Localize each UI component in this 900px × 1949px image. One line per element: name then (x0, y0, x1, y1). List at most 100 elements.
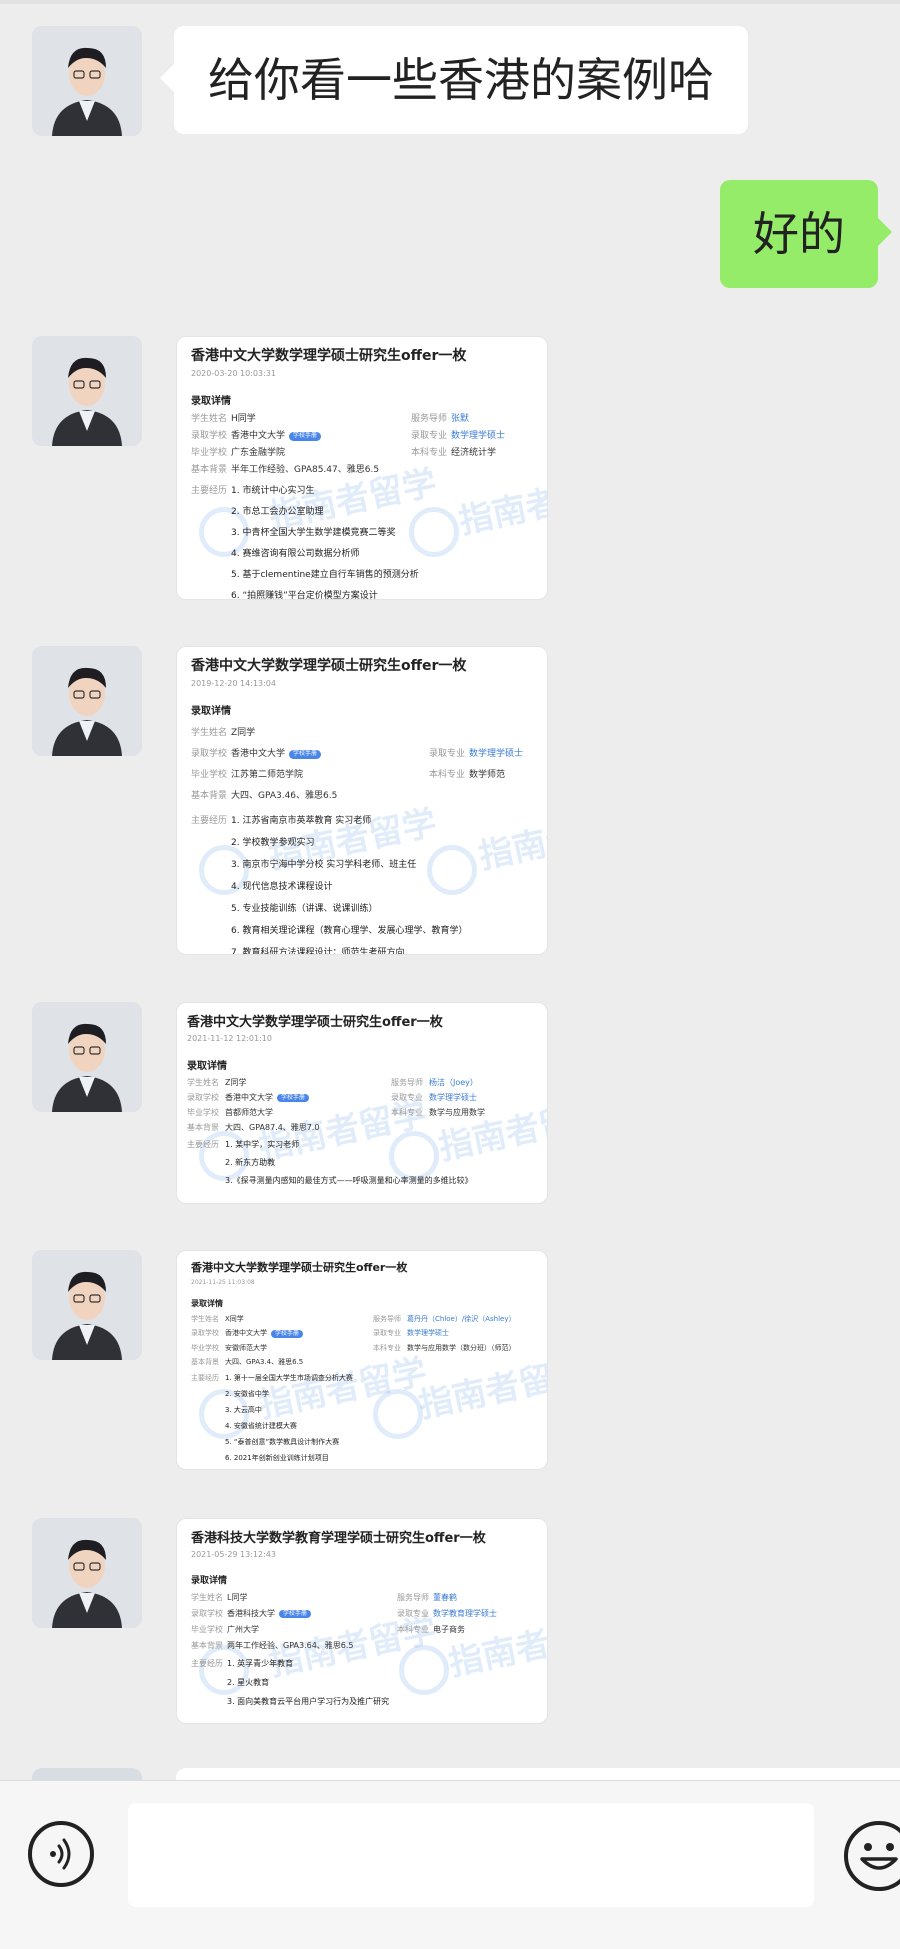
experience-item: 2. 星火教育 (227, 1678, 270, 1687)
avatar-portrait-icon (32, 336, 142, 446)
major-name: 数学理学硕士 (451, 431, 506, 441)
label-grad-school: 毕业学校 (191, 1625, 223, 1634)
card-title: 香港中文大学数学理学硕士研究生offer一枚 (191, 1261, 408, 1274)
label-background: 基本背景 (191, 791, 228, 801)
background: 半年工作经验、GPA85.47、雅思6.5 (231, 465, 380, 475)
label-experience: 主要经历 (191, 486, 228, 496)
grad-school: 首都师范大学 (225, 1108, 273, 1117)
major-name: 数学教育理学硕士 (433, 1609, 497, 1618)
label-major: 录取专业 (397, 1609, 429, 1618)
label-major: 录取专业 (373, 1329, 401, 1337)
avatar[interactable] (32, 26, 142, 136)
label-major: 录取专业 (411, 431, 448, 441)
avatar[interactable] (32, 1518, 142, 1628)
experience-item: 6. 教育相关理论课程（教育心理学、发展心理学、教育学） (231, 926, 468, 936)
school-name: 香港科技大学 (227, 1609, 275, 1618)
label-school: 录取学校 (187, 1093, 219, 1102)
advisor-name: 杨洁（Joey） (429, 1078, 478, 1087)
label-undergrad-major: 本科专业 (411, 448, 448, 458)
background: 大四、GPA3.46、雅思6.5 (231, 791, 338, 801)
label-experience: 主要经历 (191, 816, 228, 826)
advisor-name: 葛丹丹（Chloe）/徐沢（Ashley） (407, 1315, 516, 1323)
message-input[interactable] (128, 1803, 814, 1907)
background: 大四、GPA87.4、雅思7.0 (225, 1123, 320, 1132)
offer-card-image[interactable]: 指南者留学 指南者留学 香港中文大学数学理学硕士研究生offer一枚 2021-… (176, 1250, 548, 1470)
label-student: 学生姓名 (191, 1593, 223, 1602)
experience-item: 2. 学校教学参观实习 (231, 838, 315, 848)
experience-item: 2. 新东方助教 (225, 1158, 276, 1167)
smiley-icon (860, 1843, 898, 1870)
student-name: X同学 (225, 1315, 244, 1323)
avatar[interactable] (32, 1250, 142, 1360)
avatar-portrait-icon (32, 646, 142, 756)
chat-bubble-outgoing[interactable]: 好的 (720, 180, 892, 288)
offer-card-image[interactable]: 指南者留学 指南者留学 香港中文大学数学理学硕士研究生offer一枚 2021-… (176, 1002, 548, 1204)
grad-school: 江苏第二师范学院 (231, 770, 304, 780)
card-date: 2021-05-29 13:12:43 (191, 1550, 276, 1559)
experience-item: 3. 中青杯全国大学生数学建模竞赛二等奖 (231, 528, 396, 538)
experience-item: 3. 大云高中 (225, 1406, 262, 1414)
experience-item: 5. 专业技能训练（讲课、说课训练） (231, 904, 378, 914)
undergrad-major: 经济统计学 (451, 448, 497, 458)
card-date: 2020-03-20 10:03:31 (191, 369, 276, 378)
school-name: 香港中文大学 (231, 749, 286, 759)
experience-item: 6. “拍照赚钱”平台定价模型方案设计 (231, 591, 378, 600)
experience-item: 5. 基于clementine建立自行车销售的预测分析 (231, 570, 419, 580)
avatar-portrait-icon (32, 1518, 142, 1628)
avatar[interactable] (32, 1002, 142, 1112)
label-student: 学生姓名 (191, 728, 228, 738)
section-heading: 录取详情 (191, 396, 231, 407)
offer-card-image[interactable]: 指南者留学 指南者留学 香港科技大学数学教育学理学硕士研究生offer一枚 20… (176, 1518, 548, 1724)
card-date: 2021-11-12 12:01:10 (187, 1034, 272, 1043)
label-school: 录取学校 (191, 1609, 223, 1618)
grad-school: 广东金融学院 (231, 448, 286, 458)
label-experience: 主要经历 (191, 1374, 219, 1382)
label-background: 基本背景 (191, 1641, 223, 1650)
background: 两年工作经验、GPA3.64、雅思6.5 (227, 1641, 354, 1650)
card-title: 香港中文大学数学理学硕士研究生offer一枚 (191, 658, 467, 674)
undergrad-major: 数学师范 (469, 770, 506, 780)
voice-input-button[interactable] (28, 1821, 94, 1887)
label-background: 基本背景 (191, 1358, 219, 1366)
card-date: 2021-11-25 11:03:08 (191, 1279, 255, 1286)
avatar-portrait-icon (32, 26, 142, 136)
label-student: 学生姓名 (187, 1078, 219, 1087)
label-experience: 主要经历 (191, 1659, 223, 1668)
avatar[interactable] (32, 646, 142, 756)
avatar[interactable] (32, 336, 142, 446)
label-advisor: 服务导师 (391, 1078, 423, 1087)
school-tag-badge: 学校手册 (279, 1610, 312, 1618)
experience-item: 4. 赛维咨询有限公司数据分析师 (231, 549, 360, 559)
label-grad-school: 毕业学校 (191, 770, 228, 780)
section-heading: 录取详情 (187, 1061, 227, 1072)
grad-school: 安徽师范大学 (225, 1344, 267, 1352)
label-advisor: 服务导师 (397, 1593, 429, 1602)
voice-wave-icon (50, 1838, 71, 1870)
label-grad-school: 毕业学校 (191, 1344, 219, 1352)
label-major: 录取专业 (391, 1093, 423, 1102)
chat-bubble-incoming[interactable]: 给你看一些香港的案例哈 (160, 26, 748, 134)
label-background: 基本背景 (187, 1123, 219, 1132)
label-advisor: 服务导师 (373, 1315, 401, 1323)
undergrad-major: 数学与应用数学（数分班）（师范） (407, 1344, 516, 1352)
emoji-button[interactable] (844, 1821, 900, 1891)
experience-item: 4. 现代信息技术课程设计 (231, 882, 333, 892)
card-title: 香港中文大学数学理学硕士研究生offer一枚 (191, 348, 467, 364)
label-undergrad-major: 本科专业 (373, 1344, 401, 1352)
message-text: 好的 (753, 207, 845, 261)
offer-card-image[interactable]: 指南者留学 指南者留学 香港中文大学数学理学硕士研究生offer一枚 2020-… (176, 336, 548, 600)
experience-item: 1. 英孚青少年教育 (227, 1659, 294, 1668)
avatar-portrait-icon (32, 1250, 142, 1360)
experience-item: 1. 江苏省南京市英萃教育 实习老师 (231, 816, 372, 826)
school-tag-badge: 学校手册 (289, 432, 322, 441)
experience-item: 3. 南京市宁海中学分校 实习学科老师、班主任 (231, 860, 417, 870)
school-name: 香港中文大学 (225, 1329, 267, 1337)
section-heading: 录取详情 (191, 1299, 223, 1308)
label-advisor: 服务导师 (411, 414, 448, 424)
label-undergrad-major: 本科专业 (429, 770, 466, 780)
major-name: 数学理学硕士 (469, 749, 524, 759)
offer-card-image[interactable]: 指南者留学 指南者留学 香港中文大学数学理学硕士研究生offer一枚 2019-… (176, 646, 548, 955)
school-tag-badge: 学校手册 (271, 1330, 304, 1338)
label-student: 学生姓名 (191, 1315, 219, 1323)
card-title: 香港中文大学数学理学硕士研究生offer一枚 (187, 1015, 443, 1030)
